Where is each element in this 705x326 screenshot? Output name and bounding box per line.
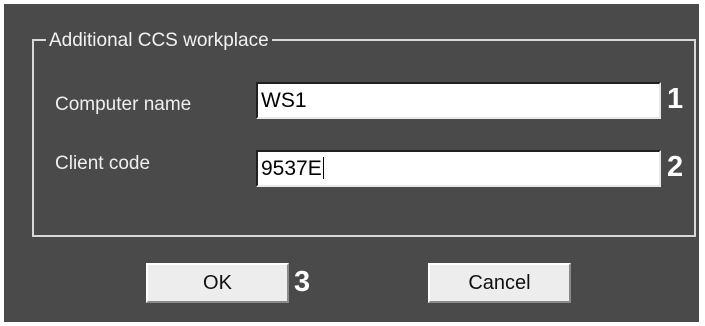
computer-name-label: Computer name xyxy=(55,94,192,115)
client-code-label: Client code xyxy=(55,153,151,174)
groupbox-frame xyxy=(32,39,696,237)
ok-button[interactable]: OK xyxy=(146,263,289,303)
dialog-window: Additional CCS workplace Computer name W… xyxy=(4,4,699,322)
client-code-input[interactable]: 9537E xyxy=(256,150,661,187)
computer-name-value: WS1 xyxy=(261,89,307,112)
marker-2: 2 xyxy=(667,151,684,183)
cancel-button[interactable]: Cancel xyxy=(428,263,571,303)
computer-name-input[interactable]: WS1 xyxy=(256,82,661,119)
groupbox-title: Additional CCS workplace xyxy=(46,30,272,52)
client-code-value: 9537E xyxy=(261,157,322,180)
text-cursor xyxy=(322,156,324,179)
marker-3: 3 xyxy=(294,266,311,298)
marker-1: 1 xyxy=(667,83,684,115)
